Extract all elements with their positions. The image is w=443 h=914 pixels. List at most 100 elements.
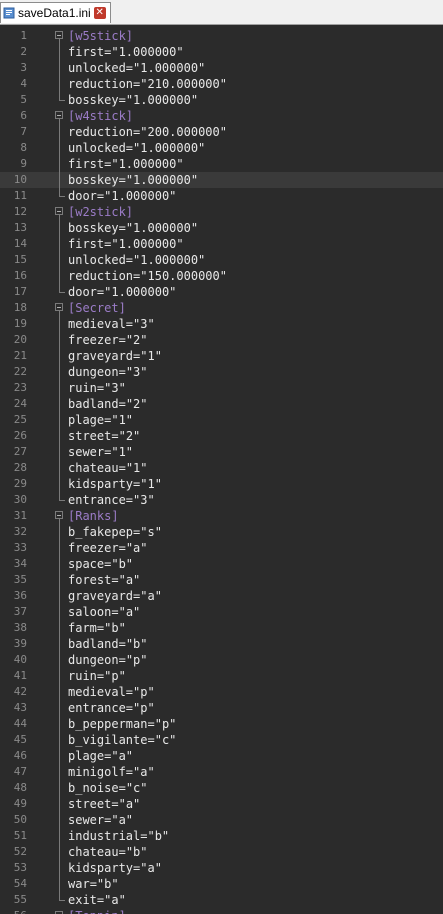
line-number: 36	[13, 589, 27, 602]
section-header-line[interactable]: 6 [w4stick]	[0, 108, 443, 124]
key-value-line[interactable]: 53 kidsparty="a"	[0, 860, 443, 876]
fold-minus-icon[interactable]	[55, 300, 64, 316]
key-value-line[interactable]: 32 b_fakepep="s"	[0, 524, 443, 540]
key-value-line[interactable]: 33 freezer="a"	[0, 540, 443, 556]
key-value-line[interactable]: 52 chateau="b"	[0, 844, 443, 860]
key-value-line[interactable]: 17 door="1.000000"	[0, 284, 443, 300]
key-value-line[interactable]: 38 farm="b"	[0, 620, 443, 636]
ini-key: reduction	[68, 269, 134, 283]
ini-key: door	[68, 189, 97, 203]
section-header-line[interactable]: 56 [Toppin]	[0, 908, 443, 914]
equals-sign: =	[147, 717, 155, 731]
key-value-line[interactable]: 15 unlocked="1.000000"	[0, 252, 443, 268]
ini-value: "b"	[104, 621, 126, 635]
file-tab[interactable]: saveData1.ini ✕	[0, 2, 111, 23]
key-value-line[interactable]: 30 entrance="3"	[0, 492, 443, 508]
fold-minus-icon[interactable]	[55, 108, 64, 124]
key-value-line[interactable]: 54 war="b"	[0, 876, 443, 892]
key-value-line[interactable]: 8 unlocked="1.000000"	[0, 140, 443, 156]
line-number: 23	[13, 381, 27, 394]
key-value-line[interactable]: 48 b_noise="c"	[0, 780, 443, 796]
equals-sign: =	[147, 733, 155, 747]
fold-line-marker	[55, 252, 64, 268]
fold-minus-icon[interactable]	[55, 508, 64, 524]
tab-label: saveData1.ini	[18, 6, 91, 20]
section-header-line[interactable]: 1 [w5stick]	[0, 28, 443, 44]
key-value-line[interactable]: 4 reduction="210.000000"	[0, 76, 443, 92]
close-icon[interactable]: ✕	[93, 7, 106, 19]
key-value-line[interactable]: 43 entrance="p"	[0, 700, 443, 716]
key-value-line[interactable]: 36 graveyard="a"	[0, 588, 443, 604]
section-header-line[interactable]: 18 [Secret]	[0, 300, 443, 316]
ini-value: "a"	[118, 605, 141, 619]
ini-value: "b"	[96, 877, 119, 891]
key-value-line[interactable]: 50 sewer="a"	[0, 812, 443, 828]
ini-key: graveyard	[68, 349, 134, 363]
key-value-line[interactable]: 28 chateau="1"	[0, 460, 443, 476]
ini-value: "a"	[118, 797, 141, 811]
key-value-line[interactable]: 49 street="a"	[0, 796, 443, 812]
key-value-line[interactable]: 39 badland="b"	[0, 636, 443, 652]
key-value-line[interactable]: 19 medieval="3"	[0, 316, 443, 332]
line-text: medieval="p"	[68, 684, 155, 700]
key-value-line[interactable]: 20 freezer="2"	[0, 332, 443, 348]
key-value-line[interactable]: 14 first="1.000000"	[0, 236, 443, 252]
key-value-line[interactable]: 11 door="1.000000"	[0, 188, 443, 204]
key-value-line[interactable]: 2 first="1.000000"	[0, 44, 443, 60]
key-value-line[interactable]: 35 forest="a"	[0, 572, 443, 588]
key-value-line[interactable]: 41 ruin="p"	[0, 668, 443, 684]
line-number: 15	[13, 253, 27, 266]
key-value-line[interactable]: 40 dungeon="p"	[0, 652, 443, 668]
line-number: 19	[13, 317, 27, 330]
key-value-line[interactable]: 13 bosskey="1.000000"	[0, 220, 443, 236]
ini-key: chateau	[68, 461, 119, 475]
section-header-line[interactable]: 12 [w2stick]	[0, 204, 443, 220]
section-header-line[interactable]: 31 [Ranks]	[0, 508, 443, 524]
ini-value: "c"	[125, 781, 148, 795]
fold-minus-icon[interactable]	[55, 204, 64, 220]
key-value-line[interactable]: 24 badland="2"	[0, 396, 443, 412]
line-number: 52	[13, 845, 27, 858]
ini-value: "b"	[147, 829, 170, 843]
key-value-line[interactable]: 51 industrial="b"	[0, 828, 443, 844]
key-value-line[interactable]: 26 street="2"	[0, 428, 443, 444]
key-value-line[interactable]: 21 graveyard="1"	[0, 348, 443, 364]
key-value-line[interactable]: 25 plage="1"	[0, 412, 443, 428]
line-text: [Toppin]	[68, 908, 126, 914]
fold-minus-icon[interactable]	[55, 908, 64, 914]
key-value-line[interactable]: 3 unlocked="1.000000"	[0, 60, 443, 76]
line-number: 33	[13, 541, 27, 554]
key-value-line[interactable]: 37 saloon="a"	[0, 604, 443, 620]
ini-key: dungeon	[68, 365, 119, 379]
key-value-line[interactable]: 29 kidsparty="1"	[0, 476, 443, 492]
line-number: 51	[13, 829, 27, 842]
line-text: b_vigilante="c"	[68, 732, 176, 748]
key-value-line[interactable]: 16 reduction="150.000000"	[0, 268, 443, 284]
key-value-line[interactable]: 22 dungeon="3"	[0, 364, 443, 380]
ini-key: kidsparty	[68, 477, 134, 491]
key-value-line[interactable]: 55 exit="a"	[0, 892, 443, 908]
key-value-line[interactable]: 47 minigolf="a"	[0, 764, 443, 780]
key-value-line[interactable]: 34 space="b"	[0, 556, 443, 572]
equals-sign: =	[111, 797, 119, 811]
key-value-line[interactable]: 23 ruin="3"	[0, 380, 443, 396]
line-text: chateau="1"	[68, 460, 148, 476]
key-value-line[interactable]: 10 bosskey="1.000000"	[0, 172, 443, 188]
line-text: badland="b"	[68, 636, 148, 652]
key-value-line[interactable]: 9 first="1.000000"	[0, 156, 443, 172]
key-value-line[interactable]: 46 plage="a"	[0, 748, 443, 764]
ini-value: "s"	[140, 525, 162, 539]
line-text: sewer="1"	[68, 444, 133, 460]
fold-line-marker	[55, 732, 64, 748]
key-value-line[interactable]: 7 reduction="200.000000"	[0, 124, 443, 140]
key-value-line[interactable]: 44 b_pepperman="p"	[0, 716, 443, 732]
ini-key: chateau	[68, 845, 119, 859]
key-value-line[interactable]: 5 bosskey="1.000000"	[0, 92, 443, 108]
ini-value: "1.000000"	[133, 253, 206, 267]
line-text: saloon="a"	[68, 604, 140, 620]
fold-minus-icon[interactable]	[55, 28, 64, 44]
code-editor[interactable]: 1 [w5stick] 2 first="1.000000" 3 unlocked="1.…	[0, 26, 443, 914]
key-value-line[interactable]: 45 b_vigilante="c"	[0, 732, 443, 748]
key-value-line[interactable]: 27 sewer="1"	[0, 444, 443, 460]
key-value-line[interactable]: 42 medieval="p"	[0, 684, 443, 700]
